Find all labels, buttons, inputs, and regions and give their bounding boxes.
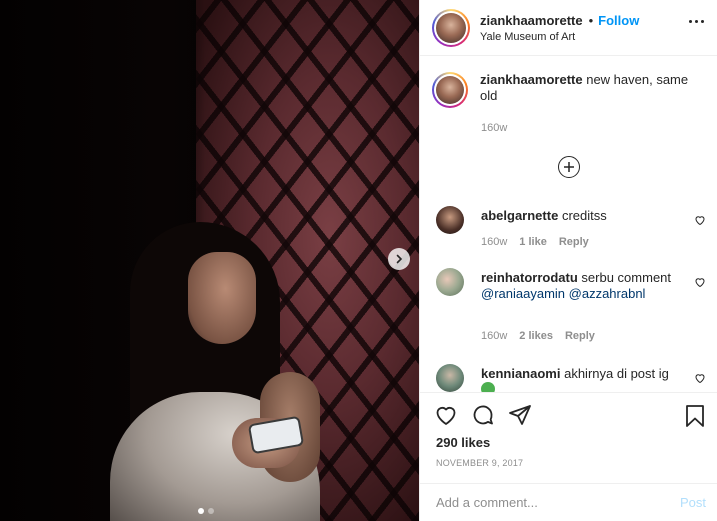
comment-item: reinhatorrodatu serbu comment @raniaayam…: [436, 268, 706, 348]
post-date[interactable]: NOVEMBER 9, 2017: [436, 458, 523, 468]
caption-username[interactable]: ziankhaamorette: [480, 72, 583, 87]
header-username[interactable]: ziankhaamorette: [480, 13, 583, 28]
heart-icon[interactable]: [694, 372, 706, 384]
heart-icon: [436, 406, 456, 425]
comment-mention[interactable]: @raniaayamin: [481, 286, 565, 301]
comment-item: abelgarnette creditss 160w 1 like Reply: [436, 206, 706, 256]
comments-list[interactable]: abelgarnette creditss 160w 1 like Reply …: [420, 196, 717, 392]
comment-reply-button[interactable]: Reply: [559, 236, 589, 248]
comment-icon: [473, 405, 493, 424]
comment-username[interactable]: kennianaomi: [481, 366, 560, 381]
share-button[interactable]: [508, 403, 532, 427]
likes-count[interactable]: 290 likes: [436, 435, 490, 450]
comment-text: creditss: [561, 208, 607, 223]
comment-likes[interactable]: 1 like: [519, 236, 547, 248]
comment-username[interactable]: reinhatorrodatu: [481, 270, 578, 285]
comment-reply-button[interactable]: Reply: [565, 330, 595, 342]
comment-input[interactable]: [436, 495, 680, 510]
carousel-dots: [198, 508, 214, 514]
follow-button[interactable]: Follow: [598, 13, 639, 28]
post-side-panel: ziankhaamorette • Follow Yale Museum of …: [419, 0, 717, 521]
caption-time[interactable]: 160w: [481, 122, 507, 134]
post-caption: ziankhaamorette new haven, same old 160w: [432, 72, 702, 134]
comment-time[interactable]: 160w: [481, 330, 507, 342]
caption-avatar: [436, 76, 464, 104]
heart-icon[interactable]: [694, 276, 706, 288]
carousel-next-button[interactable]: [388, 248, 410, 270]
photo-person: [100, 222, 340, 521]
person-face: [188, 252, 256, 344]
header-separator: •: [588, 12, 594, 28]
comment-username[interactable]: abelgarnette: [481, 208, 558, 223]
post-comment-button[interactable]: Post: [680, 495, 706, 510]
carousel-dot-active: [198, 508, 204, 514]
story-ring[interactable]: [432, 8, 470, 47]
paper-plane-icon: [509, 404, 531, 425]
emoji-icon: [481, 382, 495, 392]
save-button[interactable]: [684, 404, 706, 431]
comment-time[interactable]: 160w: [481, 236, 507, 248]
post-photo[interactable]: [0, 0, 419, 521]
avatar: [436, 12, 466, 43]
location-link[interactable]: Yale Museum of Art: [480, 31, 639, 43]
caption-story-ring[interactable]: [432, 72, 468, 108]
carousel-dot: [208, 508, 214, 514]
comment-item: kennianaomi akhirnya di post ig: [436, 364, 706, 392]
comment-likes[interactable]: 2 likes: [519, 330, 553, 342]
comment-avatar[interactable]: [436, 364, 464, 392]
load-more-comments-button[interactable]: [558, 156, 580, 178]
comment-text: akhirnya di post ig: [564, 366, 669, 381]
comment-avatar[interactable]: [436, 268, 464, 296]
more-horizontal-icon[interactable]: [689, 20, 704, 23]
plus-icon: [564, 162, 574, 172]
comment-avatar[interactable]: [436, 206, 464, 234]
comment-text: serbu comment: [581, 270, 672, 285]
post-actions: [420, 392, 717, 436]
chevron-right-icon: [396, 254, 403, 264]
post-header: ziankhaamorette • Follow Yale Museum of …: [420, 0, 717, 56]
bookmark-icon: [686, 405, 704, 427]
comment-button[interactable]: [471, 403, 495, 427]
add-comment-bar: Post: [420, 483, 717, 521]
like-button[interactable]: [434, 403, 458, 427]
heart-icon[interactable]: [694, 214, 706, 226]
comment-mention[interactable]: @azzahrabnl: [569, 286, 646, 301]
